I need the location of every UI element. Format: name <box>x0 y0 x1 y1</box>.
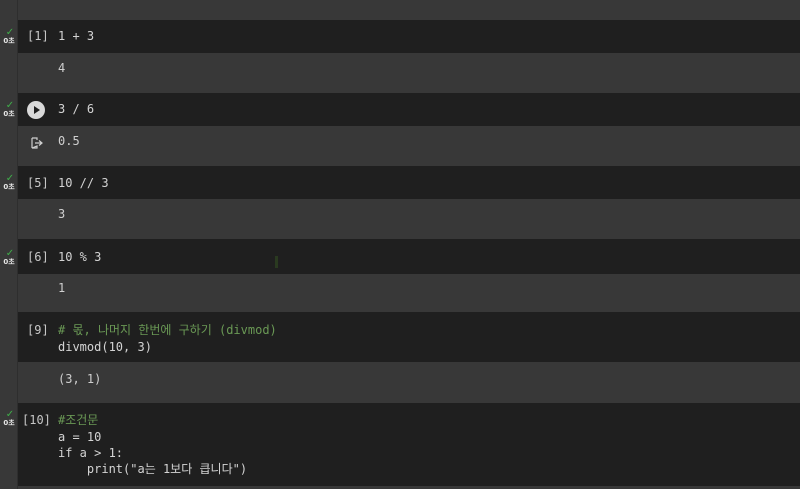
cell-6-code-line-4[interactable]: print("a는 1보다 큽니다") <box>58 462 247 477</box>
code-cell-4[interactable] <box>18 239 800 274</box>
cell-4-prompt: [6] <box>27 250 49 264</box>
check-icon: ✓ <box>5 173 15 184</box>
cell-3-exec-time: 0초 <box>3 183 15 191</box>
cell-4-output: 1 <box>58 281 66 295</box>
cell-2-exec-time: 0초 <box>3 110 15 118</box>
cell-6-code-comment[interactable]: #조건문 <box>58 413 98 428</box>
cell-5-code-comment[interactable]: # 몫, 나머지 한번에 구하기 (divmod) <box>58 323 277 338</box>
cell-1-output: 4 <box>58 61 66 75</box>
cell-5-code-line[interactable]: divmod(10, 3) <box>58 340 152 355</box>
check-icon: ✓ <box>5 27 15 38</box>
code-cell-3[interactable] <box>18 166 800 199</box>
cell-2-code[interactable]: 3 / 6 <box>58 102 94 117</box>
cell-4-code[interactable]: 10 % 3 <box>58 250 101 265</box>
cell-2-output: 0.5 <box>58 134 80 148</box>
cell-2-output-area <box>18 126 800 166</box>
cell-5-prompt: [9] <box>27 323 49 337</box>
cell-4-status: ✓ 0초 <box>2 249 18 267</box>
top-strip <box>18 0 800 20</box>
check-icon: ✓ <box>5 409 15 420</box>
cell-2-status: ✓ 0초 <box>2 101 18 119</box>
cell-1-code[interactable]: 1 + 3 <box>58 29 94 44</box>
cell-3-code[interactable]: 10 // 3 <box>58 176 109 191</box>
cell-4-output-area <box>18 274 800 312</box>
output-redirect-icon[interactable] <box>31 137 43 149</box>
cell-1-status: ✓ 0초 <box>2 28 18 46</box>
cell-1-prompt: [1] <box>27 29 49 43</box>
cell-6-code-line-2[interactable]: a = 10 <box>58 430 101 445</box>
cell-3-output-area <box>18 199 800 239</box>
cell-3-status: ✓ 0초 <box>2 174 18 192</box>
code-cell-1[interactable] <box>18 20 800 53</box>
cell-5-output: (3, 1) <box>58 372 102 386</box>
cell-4-exec-time: 0초 <box>3 258 15 266</box>
cell-1-exec-time: 0초 <box>3 37 15 45</box>
check-icon: ✓ <box>5 100 15 111</box>
cell-6-code-line-3[interactable]: if a > 1: <box>58 446 123 461</box>
play-icon[interactable] <box>27 101 45 119</box>
cell-6-status: ✓ 0초 <box>2 410 18 428</box>
cell-3-prompt: [5] <box>27 176 49 190</box>
code-cell-2[interactable] <box>18 93 800 126</box>
cell-1-output-area <box>18 53 800 93</box>
cell-5-output-area <box>18 362 800 402</box>
cell-6-prompt: [10] <box>22 413 51 427</box>
text-cursor <box>275 256 278 268</box>
cell-3-output: 3 <box>58 207 66 221</box>
check-icon: ✓ <box>5 248 15 259</box>
cell-6-exec-time: 0초 <box>3 419 15 427</box>
